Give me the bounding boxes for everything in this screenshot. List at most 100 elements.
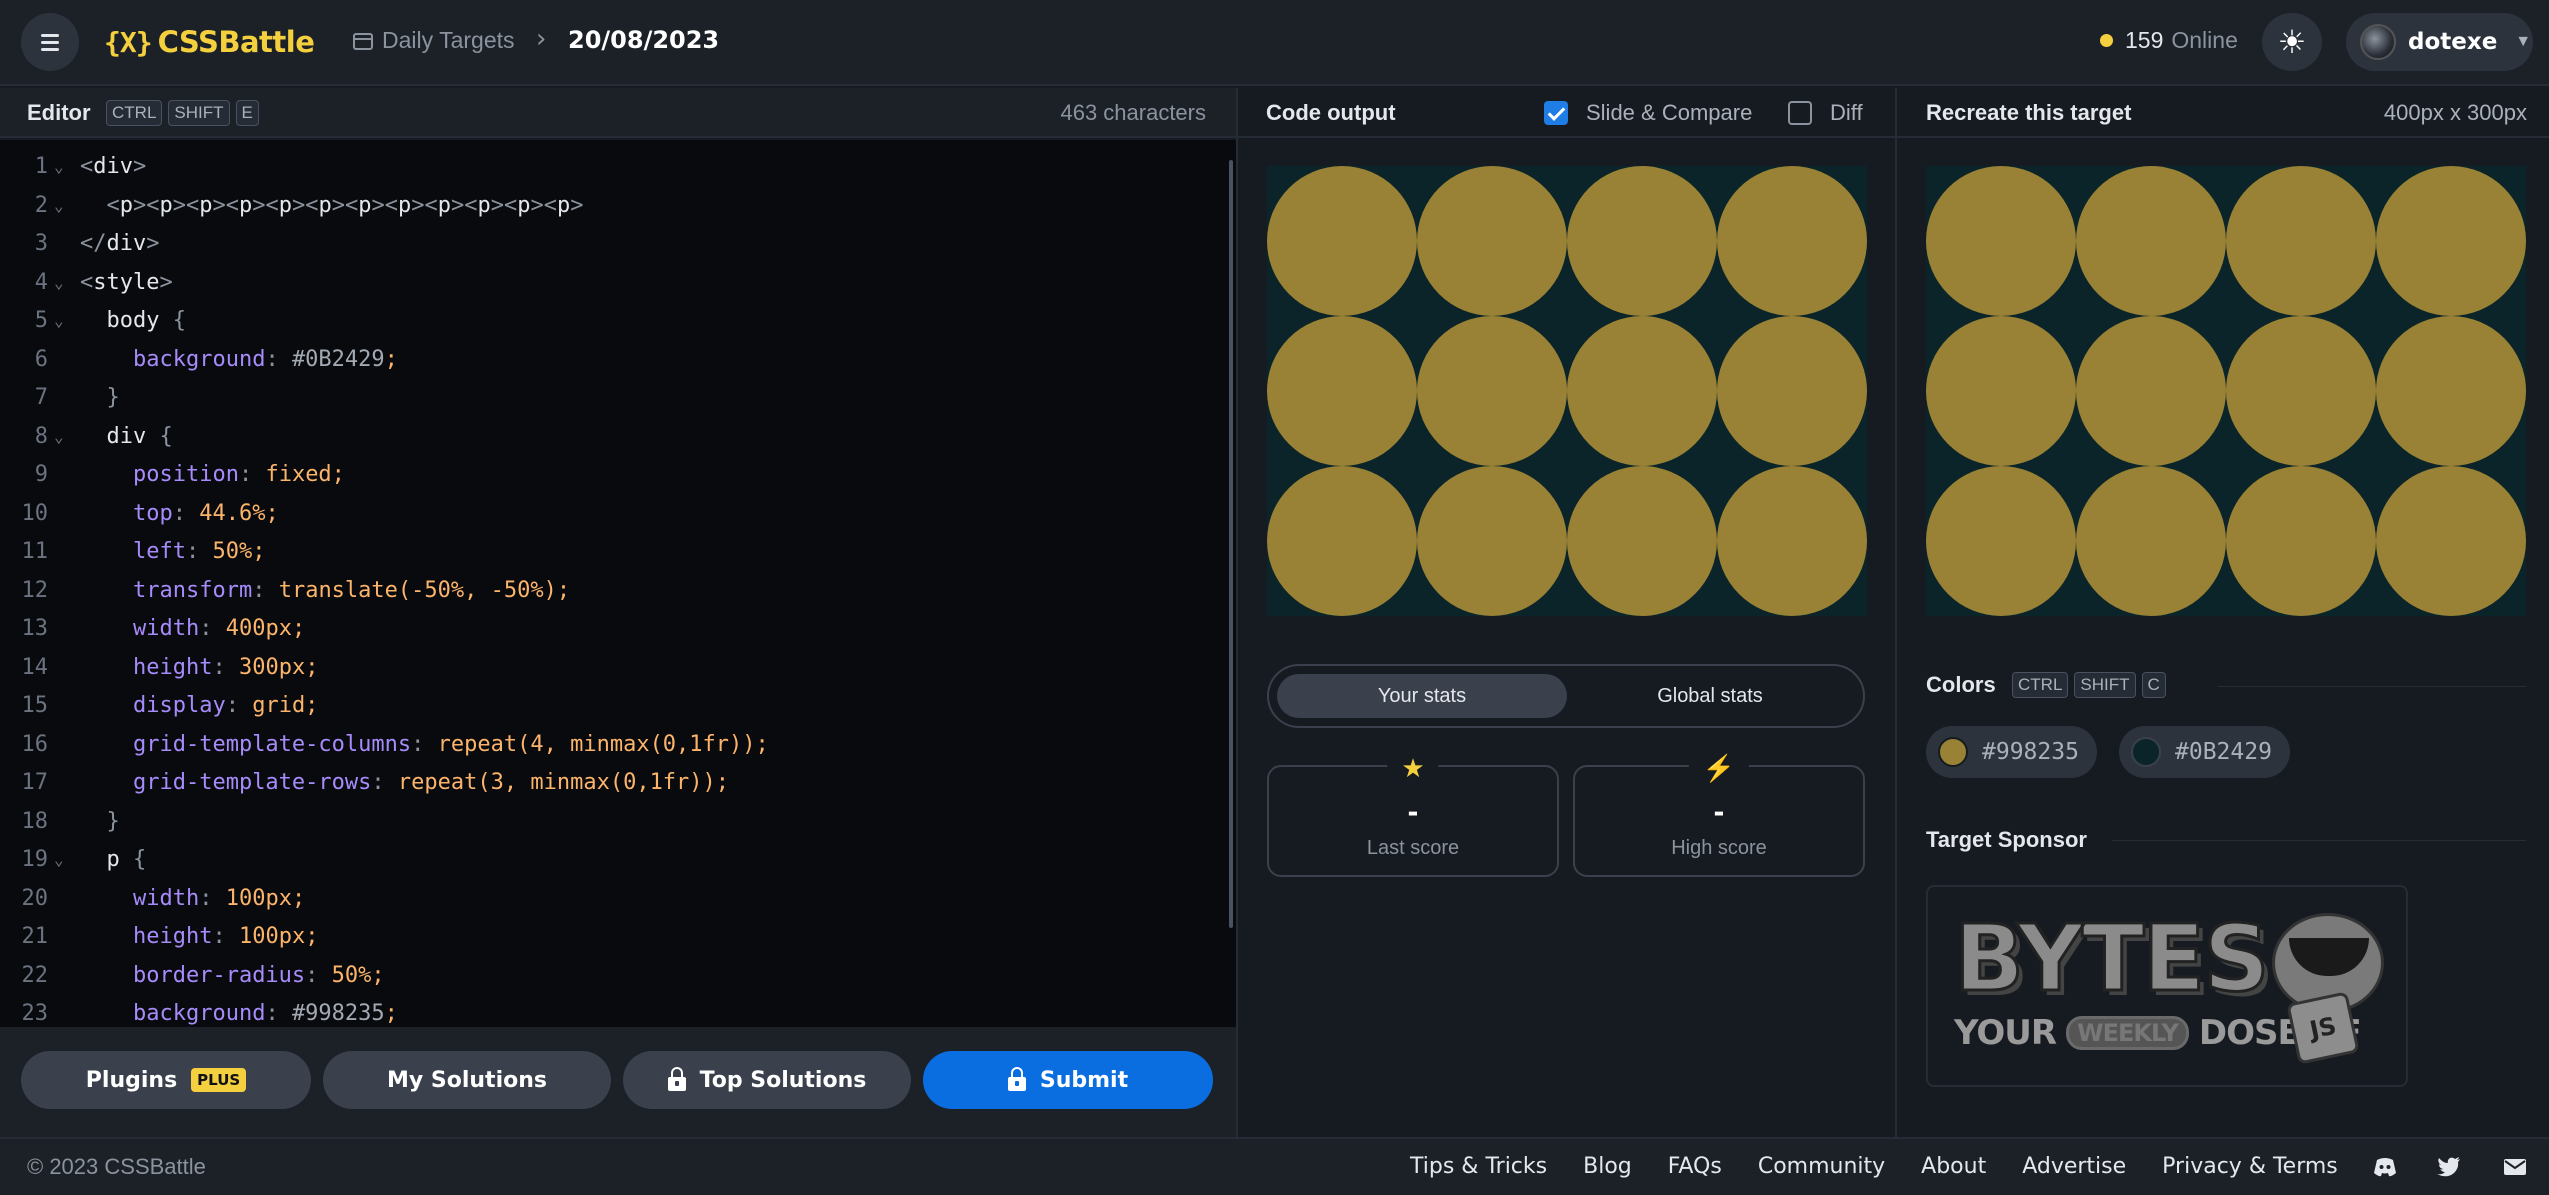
- code-line[interactable]: 5 ⌄ body {: [0, 302, 1220, 340]
- js-tag-icon: JS: [2286, 991, 2360, 1065]
- discord-icon[interactable]: [2373, 1156, 2397, 1178]
- page-footer: © 2023 CSSBattle Tips & Tricks Blog FAQs…: [0, 1137, 2549, 1195]
- fold-chevron-icon[interactable]: ⌄: [54, 302, 64, 340]
- line-number: 10: [21, 500, 49, 526]
- footer-link-faqs[interactable]: FAQs: [1668, 1154, 1722, 1179]
- code-line[interactable]: 14 height: 300px;: [0, 649, 1220, 687]
- code-line[interactable]: 15 display: grid;: [0, 687, 1220, 725]
- code-output-header: Code output Slide & Compare Diff: [1238, 88, 1895, 138]
- sponsor-banner[interactable]: BYTES YOUR WEEKLY DOSE OF JS: [1926, 885, 2408, 1087]
- code-output-canvas[interactable]: [1267, 166, 1867, 616]
- submit-label: Submit: [1039, 1067, 1129, 1093]
- code-line[interactable]: 9 position: fixed;: [0, 456, 1220, 494]
- code-text: p {: [106, 847, 147, 872]
- kbd-ctrl: CTRL: [2012, 672, 2069, 698]
- line-number: 19: [21, 847, 49, 872]
- fold-chevron-icon[interactable]: ⌄: [54, 187, 64, 225]
- code-line[interactable]: 11 left: 50%;: [0, 533, 1220, 571]
- fold-chevron-icon[interactable]: ⌄: [54, 418, 64, 456]
- online-count: 159: [2125, 27, 2164, 53]
- target-circle: [2376, 316, 2526, 466]
- code-editor[interactable]: 1 ⌄ <div> 2 ⌄ <p><p><p><p><p><p><p><p><p><p>…: [0, 140, 1236, 1027]
- user-menu-button[interactable]: dotexe ▼: [2346, 13, 2533, 71]
- code-text: position: fixed;: [132, 462, 345, 487]
- my-solutions-button[interactable]: My Solutions: [323, 1051, 611, 1109]
- panel-divider[interactable]: [1895, 88, 1897, 1137]
- code-line[interactable]: 4 ⌄ <style>: [0, 264, 1220, 302]
- plugins-button[interactable]: Plugins PLUS: [21, 1051, 311, 1109]
- color-swatch-gold[interactable]: #998235: [1926, 726, 2097, 778]
- output-circle: [1717, 166, 1867, 316]
- cssbattle-logo[interactable]: {X} CSSBattle: [104, 22, 315, 62]
- code-line[interactable]: 20 width: 100px;: [0, 880, 1220, 918]
- target-title: Recreate this target: [1926, 100, 2132, 125]
- fold-chevron-icon[interactable]: ⌄: [54, 841, 64, 879]
- target-circle: [1926, 316, 2076, 466]
- code-text: height: 100px;: [132, 924, 319, 949]
- line-number: 7: [34, 385, 48, 410]
- top-solutions-button[interactable]: Top Solutions: [623, 1051, 911, 1109]
- line-number: 21: [21, 924, 49, 949]
- code-text: div {: [106, 423, 173, 449]
- target-circle: [2226, 316, 2376, 466]
- code-line[interactable]: 13 width: 400px;: [0, 610, 1220, 648]
- copyright: © 2023 CSSBattle: [27, 1154, 206, 1179]
- code-text: }: [106, 808, 120, 834]
- code-text: }: [106, 385, 120, 410]
- code-line[interactable]: 21 height: 100px;: [0, 918, 1220, 956]
- footer-link-privacy[interactable]: Privacy & Terms: [2162, 1154, 2338, 1179]
- swatch-dot: [1938, 737, 1968, 767]
- code-line[interactable]: 6 background: #0B2429;: [0, 341, 1220, 379]
- swatch-hex: #0B2429: [2175, 739, 2272, 765]
- slide-compare-checkbox[interactable]: [1544, 101, 1568, 125]
- code-line[interactable]: 3 </div>: [0, 225, 1220, 263]
- fold-chevron-icon[interactable]: ⌄: [54, 264, 64, 302]
- lock-icon: [1007, 1067, 1026, 1091]
- footer-link-community[interactable]: Community: [1758, 1154, 1885, 1179]
- code-line[interactable]: 19 ⌄ p {: [0, 841, 1220, 879]
- color-swatch-dark[interactable]: #0B2429: [2119, 726, 2290, 778]
- footer-link-blog[interactable]: Blog: [1583, 1154, 1632, 1179]
- twitter-icon[interactable]: [2437, 1156, 2461, 1178]
- line-number: 20: [21, 885, 49, 911]
- code-line[interactable]: 10 top: 44.6%;: [0, 495, 1220, 533]
- theme-toggle-button[interactable]: ☀: [2262, 13, 2322, 71]
- colors-shortcut: CTRL SHIFT C: [2012, 672, 2166, 698]
- line-number: 15: [21, 693, 49, 718]
- submit-button[interactable]: Submit: [923, 1051, 1213, 1109]
- fold-chevron-icon[interactable]: ⌄: [54, 148, 64, 186]
- code-line[interactable]: 1 ⌄ <div>: [0, 148, 1220, 186]
- output-circle: [1717, 316, 1867, 466]
- mail-icon[interactable]: [2503, 1156, 2527, 1178]
- code-line[interactable]: 7 }: [0, 379, 1220, 417]
- footer-link-advertise[interactable]: Advertise: [2022, 1154, 2126, 1179]
- code-text: grid-template-rows: repeat(3, minmax(0,1…: [132, 770, 730, 795]
- code-line[interactable]: 2 ⌄ <p><p><p><p><p><p><p><p><p><p><p><p>: [0, 187, 1220, 225]
- slide-compare-label[interactable]: Slide & Compare: [1586, 100, 1752, 126]
- code-line[interactable]: 18 }: [0, 803, 1220, 841]
- lock-icon: [667, 1067, 686, 1091]
- code-line[interactable]: 17 grid-template-rows: repeat(3, minmax(…: [0, 764, 1220, 802]
- code-line[interactable]: 16 grid-template-columns: repeat(4, minm…: [0, 726, 1220, 764]
- code-line[interactable]: 23 background: #998235;: [0, 995, 1220, 1027]
- footer-links: Tips & Tricks Blog FAQs Community About …: [1410, 1154, 2374, 1179]
- hamburger-menu-button[interactable]: [21, 13, 79, 71]
- panel-divider[interactable]: [1236, 88, 1238, 1137]
- tab-your-stats[interactable]: Your stats: [1277, 674, 1567, 718]
- diff-label[interactable]: Diff: [1830, 100, 1863, 126]
- footer-link-tips[interactable]: Tips & Tricks: [1410, 1154, 1547, 1179]
- code-line[interactable]: 12 transform: translate(-50%, -50%);: [0, 572, 1220, 610]
- breadcrumb-daily-targets[interactable]: Daily Targets: [382, 27, 515, 54]
- editor-scrollbar[interactable]: [1229, 160, 1233, 928]
- kbd-shift: SHIFT: [168, 100, 230, 126]
- code-line[interactable]: 8 ⌄ div {: [0, 418, 1220, 456]
- user-name: dotexe: [2408, 29, 2498, 55]
- target-canvas[interactable]: [1926, 166, 2526, 616]
- code-text: grid-template-columns: repeat(4, minmax(…: [132, 731, 769, 757]
- code-line[interactable]: 22 border-radius: 50%;: [0, 957, 1220, 995]
- tab-global-stats[interactable]: Global stats: [1565, 674, 1855, 718]
- high-score-card: ⚡ - High score: [1573, 753, 1865, 877]
- diff-checkbox[interactable]: [1788, 101, 1812, 125]
- online-label: Online: [2171, 27, 2238, 53]
- footer-link-about[interactable]: About: [1921, 1154, 1986, 1179]
